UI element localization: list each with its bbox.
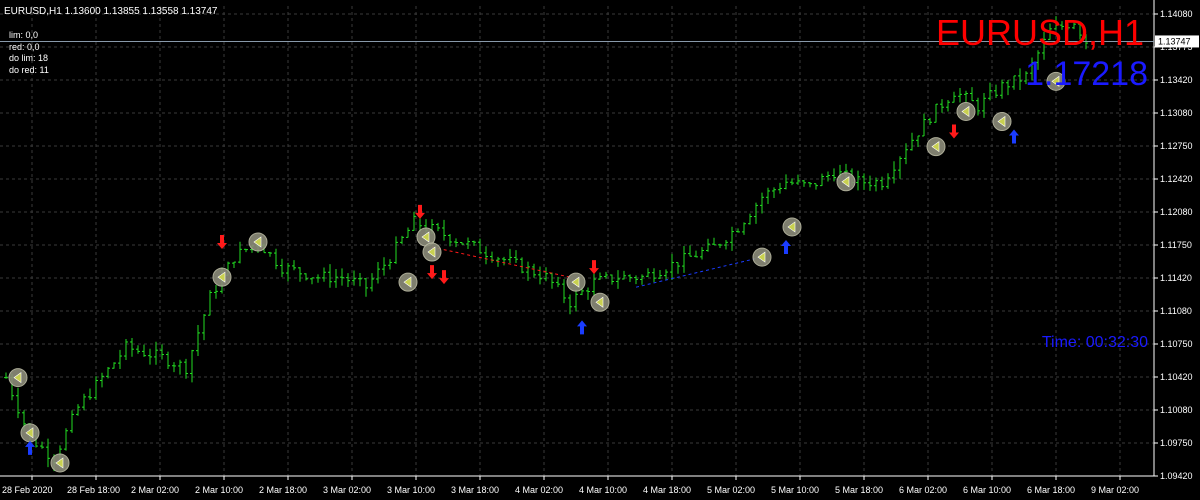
stat-red: red: 0,0 [9,41,40,52]
x-tick-label: 6 Mar 18:00 [1027,485,1075,495]
stat-do-lim: do lim: 18 [9,53,49,63]
y-tick-label: 1.09750 [1160,438,1193,448]
y-tick-label: 1.10750 [1160,339,1193,349]
y-tick-label: 1.11750 [1160,240,1192,250]
y-tick-label: 1.09420 [1160,471,1193,481]
x-tick-label: 5 Mar 18:00 [835,485,883,495]
y-tick-label: 1.11420 [1160,273,1192,283]
y-tick-label: 1.13080 [1160,108,1193,118]
x-tick-label: 9 Mar 02:00 [1091,485,1139,495]
stat-lim: lim: 0,0 [9,30,39,40]
y-tick-label: 1.10080 [1160,405,1193,415]
x-tick-label: 3 Mar 18:00 [451,485,499,495]
bar-timer: Time: 00:32:30 [1041,334,1148,351]
y-tick-label: 1.10420 [1160,372,1193,382]
x-tick-label: 2 Mar 18:00 [259,485,307,495]
x-tick-label: 4 Mar 10:00 [579,485,627,495]
x-tick-label: 5 Mar 10:00 [771,485,819,495]
current-price-label: 1.13747 [1158,36,1191,46]
x-tick-label: 28 Feb 18:00 [67,485,120,495]
x-tick-label: 5 Mar 02:00 [707,485,755,495]
y-tick-label: 1.12750 [1160,141,1193,151]
x-tick-label: 28 Feb 2020 [2,485,53,495]
y-tick-label: 1.12080 [1160,207,1193,217]
x-tick-label: 3 Mar 10:00 [387,485,435,495]
x-tick-label: 6 Mar 02:00 [899,485,947,495]
stat-do-red: do red: 11 [9,64,49,75]
y-tick-label: 1.11080 [1160,306,1192,316]
x-tick-label: 2 Mar 02:00 [131,485,179,495]
y-tick-label: 1.12420 [1160,174,1193,184]
price-label: 1.17218 [1025,55,1148,93]
y-tick-label: 1.13420 [1160,75,1193,85]
x-tick-label: 2 Mar 10:00 [195,485,243,495]
symbol-label: EURUSD,H1 [935,12,1144,53]
price-chart[interactable]: 1.140801.137751.134201.130801.127501.124… [0,0,1200,500]
x-tick-label: 6 Mar 10:00 [963,485,1011,495]
y-tick-label: 1.14080 [1160,9,1193,19]
x-tick-label: 4 Mar 02:00 [515,485,563,495]
x-tick-label: 3 Mar 02:00 [323,485,371,495]
stats-panel: lim: 0,0 red: 0,0 do lim: 18 do red: 11 [9,30,49,76]
x-tick-label: 4 Mar 18:00 [643,485,691,495]
symbol-info-line: EURUSD,H1 1.13600 1.13855 1.13558 1.1374… [4,6,218,17]
